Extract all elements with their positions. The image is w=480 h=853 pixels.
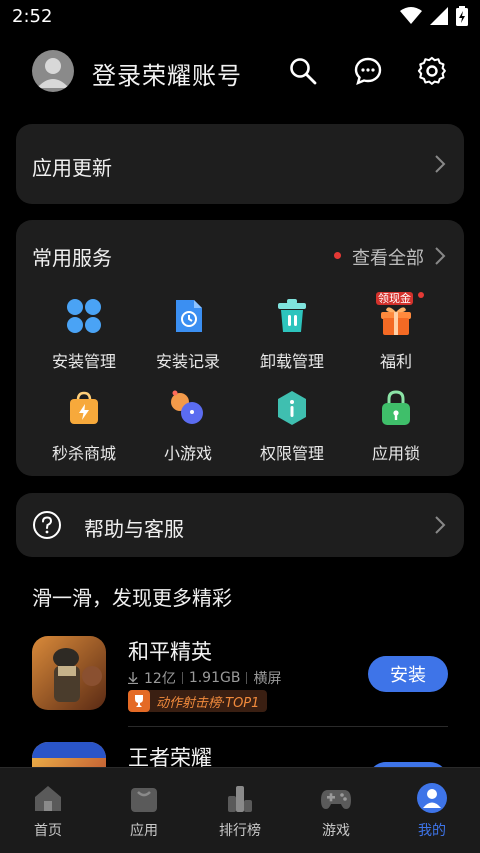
service-install-record[interactable]: 安装记录	[136, 298, 240, 378]
trash-icon	[278, 299, 306, 332]
app-name: 和平精英	[128, 640, 212, 664]
service-label: 福利	[379, 352, 412, 371]
chevron-right-icon	[435, 155, 446, 173]
app-orientation: 横屏	[253, 671, 282, 687]
trophy-icon	[128, 690, 150, 712]
meta-separator	[246, 672, 248, 684]
shopping-bag-icon	[70, 391, 98, 424]
bottom-nav: 首页 应用 排行榜 游戏 我的	[0, 767, 480, 853]
service-label: 秒杀商城	[51, 444, 116, 463]
service-label: 安装记录	[155, 352, 220, 371]
rank-badge[interactable]: 动作射击榜·TOP1	[128, 690, 268, 712]
service-app-lock[interactable]: 应用锁	[344, 390, 448, 470]
nav-label: 应用	[130, 823, 158, 839]
nav-item-games[interactable]: 游戏	[288, 782, 384, 840]
status-bar: 2:52	[0, 0, 480, 34]
battery-icon	[456, 6, 468, 26]
service-label: 安装管理	[51, 352, 116, 371]
status-icons	[400, 6, 468, 26]
signal-icon	[430, 7, 448, 25]
meta-separator	[181, 672, 183, 684]
app-downloads: 12亿	[144, 671, 176, 687]
service-label: 卸载管理	[259, 352, 324, 371]
shield-icon	[278, 391, 306, 425]
bag-icon	[131, 788, 157, 812]
account-header: 登录荣耀账号	[0, 44, 480, 100]
lock-icon	[382, 390, 410, 425]
app-thumbnail[interactable]	[32, 636, 106, 710]
avatar[interactable]	[32, 50, 74, 92]
app-thumbnail-image	[32, 636, 106, 710]
login-title[interactable]: 登录荣耀账号	[92, 56, 242, 91]
help-card[interactable]: 帮助与客服	[16, 493, 464, 557]
app-meta: 12亿 1.91GB 横屏	[128, 668, 281, 688]
grid-icon	[67, 299, 101, 333]
nav-item-profile[interactable]: 我的	[384, 782, 480, 840]
nav-label: 首页	[34, 823, 62, 839]
discover-title: 滑一滑，发现更多精彩	[32, 586, 232, 610]
gift-icon	[381, 307, 411, 335]
question-icon	[33, 511, 61, 539]
service-permission-manager[interactable]: 权限管理	[240, 390, 344, 470]
service-label: 应用锁	[371, 444, 420, 463]
gear-icon[interactable]	[417, 56, 447, 86]
service-flash-sale[interactable]: 秒杀商城	[32, 390, 136, 470]
nav-label: 我的	[418, 823, 446, 839]
app-update-card[interactable]: 应用更新	[16, 124, 464, 204]
view-all-link[interactable]: 查看全部	[352, 244, 424, 270]
service-welfare[interactable]: 领现金 福利	[344, 292, 448, 378]
services-title: 常用服务	[32, 246, 112, 270]
service-uninstall-manager[interactable]: 卸载管理	[240, 298, 344, 378]
nav-label: 排行榜	[219, 823, 261, 839]
service-label: 小游戏	[163, 444, 212, 463]
ranking-icon	[228, 786, 252, 812]
divider	[128, 726, 448, 727]
gamepad-icon	[321, 790, 351, 809]
service-install-manager[interactable]: 安装管理	[32, 298, 136, 378]
message-icon[interactable]	[353, 56, 383, 86]
rank-badge-text: 动作射击榜·TOP1	[156, 695, 260, 711]
download-icon	[128, 672, 138, 684]
nav-label: 游戏	[322, 823, 350, 839]
welfare-badge-dot	[418, 292, 424, 298]
app-update-label: 应用更新	[32, 156, 112, 180]
nav-item-home[interactable]: 首页	[0, 782, 96, 840]
help-label: 帮助与客服	[84, 517, 184, 541]
avatar-icon	[37, 58, 69, 88]
nav-item-ranking[interactable]: 排行榜	[192, 782, 288, 840]
install-record-icon	[176, 300, 202, 332]
status-time: 2:52	[12, 6, 53, 27]
chevron-right-icon	[435, 247, 446, 265]
profile-icon	[417, 783, 447, 813]
search-icon[interactable]	[288, 56, 318, 86]
install-button[interactable]: 安装	[368, 656, 448, 692]
service-label: 权限管理	[259, 444, 324, 463]
app-size: 1.91GB	[188, 670, 241, 686]
home-icon	[35, 786, 61, 811]
nav-item-apps[interactable]: 应用	[96, 782, 192, 840]
wifi-icon	[400, 7, 422, 24]
service-mini-games[interactable]: 小游戏	[136, 390, 240, 470]
app-row[interactable]: 和平精英 12亿 1.91GB 横屏 动作射击榜·TOP1 安装	[32, 636, 448, 736]
view-all-dot	[334, 252, 341, 259]
chevron-right-icon	[435, 516, 446, 534]
mini-game-icon	[171, 390, 203, 424]
services-card: 常用服务 查看全部 安装管理 安装记录 卸载管理 领现金 福利 秒杀商城 小游戏…	[16, 220, 464, 476]
